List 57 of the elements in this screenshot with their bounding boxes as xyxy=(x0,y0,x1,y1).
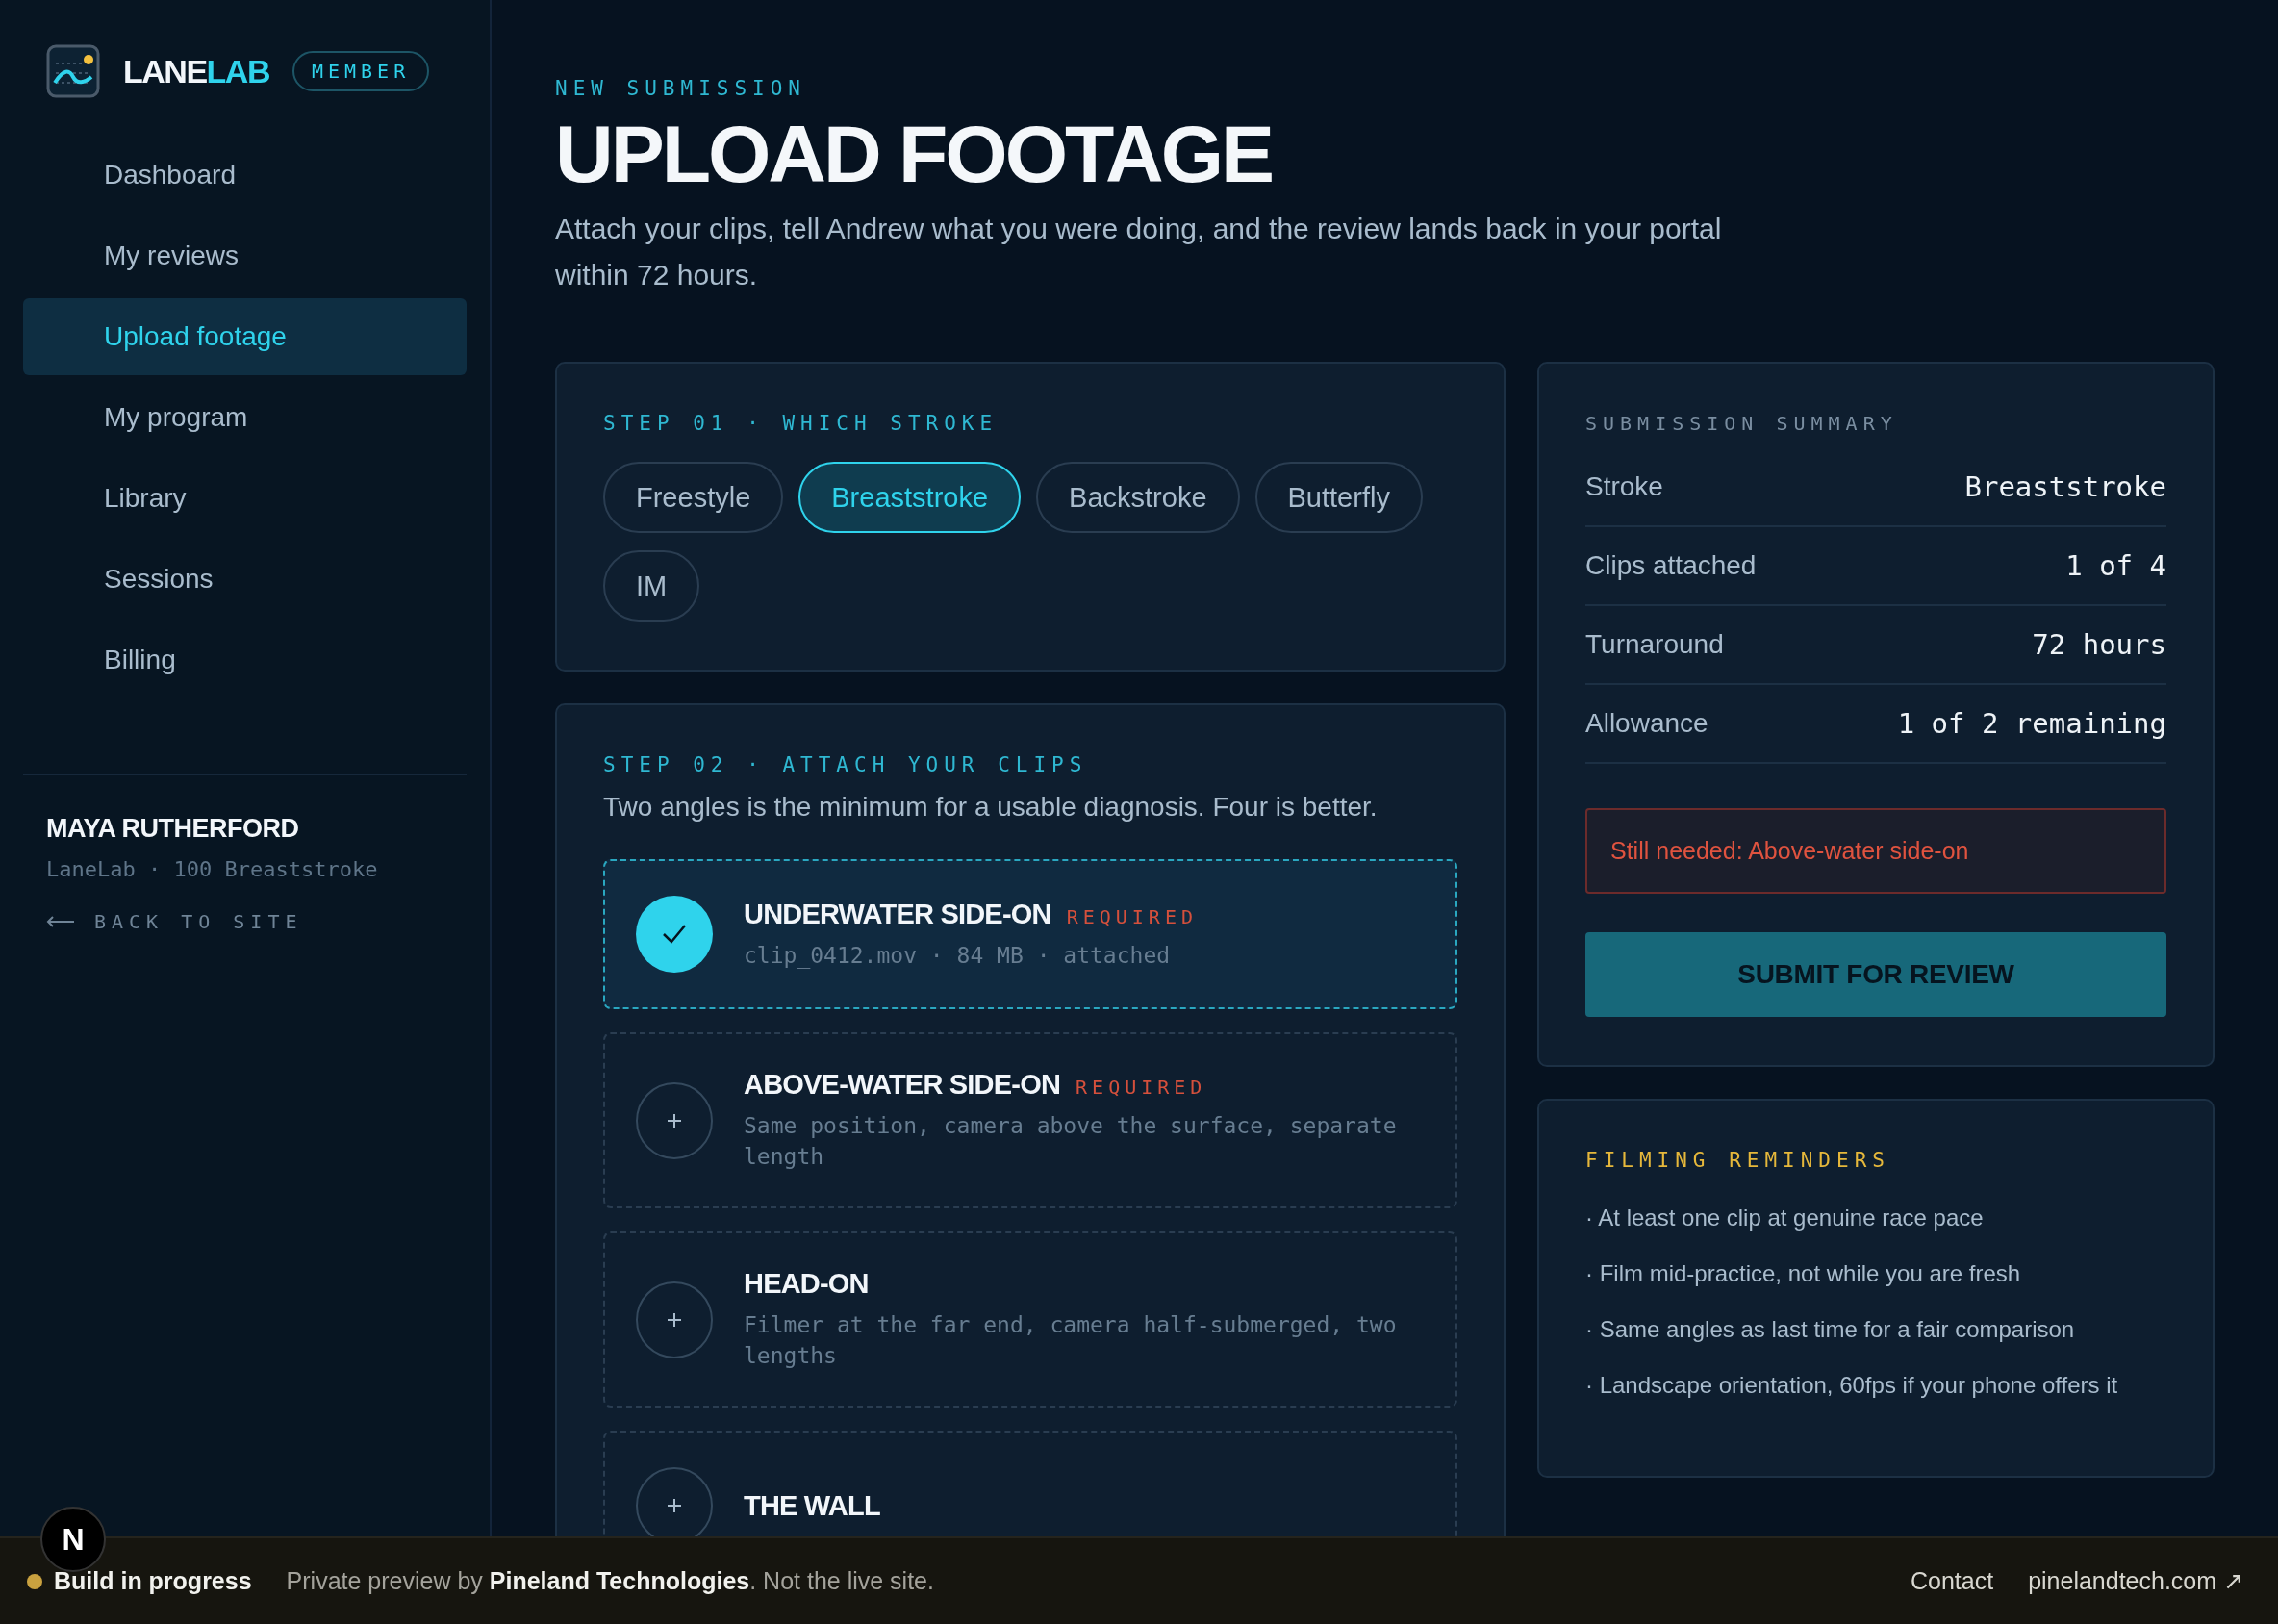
footer-link[interactable]: Contact xyxy=(1910,1567,1994,1595)
clips-intro: Two angles is the minimum for a usable diagnosis. Four is better. xyxy=(603,792,1379,823)
nav-item[interactable]: Library xyxy=(23,460,467,537)
nav-item[interactable]: My program xyxy=(23,379,467,456)
required-tag: REQUIRED xyxy=(1066,904,1198,928)
missing-alert: Still needed: Above-water side-on xyxy=(1585,808,2166,894)
nav-item[interactable]: Upload footage xyxy=(23,298,467,375)
step-label: STEP 01 · WHICH STROKE xyxy=(603,412,1000,435)
clip-title: HEAD-ON xyxy=(744,1268,869,1300)
summary-label: Allowance xyxy=(1585,708,1708,739)
preview-note: Private preview by Pineland Technologies. Not the live site. xyxy=(286,1567,934,1595)
clip-detail: clip_0412.mov · 84 MB · attached xyxy=(744,941,1172,971)
logo-wordmark: LANELAB xyxy=(123,52,269,90)
reminder-item: · Same angles as last time for a fair comparison xyxy=(1585,1316,2076,1343)
user-name: MAYA RUTHERFORD xyxy=(45,814,300,844)
stroke-chip[interactable]: Backstroke xyxy=(1036,462,1240,533)
stroke-chip[interactable]: IM xyxy=(603,550,700,622)
summary-value: 1 of 2 remaining xyxy=(1897,707,2166,740)
stroke-chip[interactable]: Breaststroke xyxy=(798,462,1022,533)
clip-detail: Filmer at the far end, camera half-submerged, two lengths xyxy=(744,1311,1398,1370)
back-link[interactable]: BACK TO SITE xyxy=(23,910,467,933)
page-title: UPLOAD FOOTAGE xyxy=(555,114,1274,194)
member-badge: MEMBER xyxy=(291,51,430,91)
required-tag: REQUIRED xyxy=(1076,1076,1207,1099)
nav-item[interactable]: My reviews xyxy=(23,217,467,294)
clip-detail: Same position, camera above the surface, separate length xyxy=(744,1112,1398,1171)
clip-slot[interactable]: ABOVE-WATER SIDE-ON REQUIRED Same position, camera above the surface, separate length xyxy=(603,1032,1457,1208)
summary-label: Clips attached xyxy=(1585,550,1757,581)
reminder-item: · At least one clip at genuine race pace xyxy=(1585,1205,1985,1231)
nav-item[interactable]: Sessions xyxy=(23,541,467,618)
plus-icon xyxy=(636,1081,713,1159)
step-label: STEP 02 · ATTACH YOUR CLIPS xyxy=(603,753,1089,776)
stroke-chip[interactable]: Freestyle xyxy=(603,462,784,533)
clip-slot[interactable]: HEAD-ON Filmer at the far end, camera half-submerged, two lengths xyxy=(603,1231,1457,1408)
clip-title: ABOVE-WATER SIDE-ON xyxy=(744,1069,1061,1101)
arrow-left-icon xyxy=(46,916,75,927)
nav-item[interactable]: Billing xyxy=(23,622,467,698)
summary-value: 1 of 4 xyxy=(2065,549,2166,582)
stroke-chip[interactable]: Butterfly xyxy=(1254,462,1423,533)
logo-icon xyxy=(46,44,100,98)
summary-label: Turnaround xyxy=(1585,629,1724,660)
reminder-item: · Film mid-practice, not while you are fresh xyxy=(1585,1260,2022,1287)
summary-label: Stroke xyxy=(1585,471,1663,502)
clip-slot[interactable]: UNDERWATER SIDE-ON REQUIRED clip_0412.mov · 84 MB · attached xyxy=(603,859,1457,1009)
plus-icon xyxy=(636,1281,713,1358)
nav-item[interactable]: Dashboard xyxy=(23,137,467,214)
summary-value: 72 hours xyxy=(2032,628,2166,661)
page-description: Attach your clips, tell Andrew what you were doing, and the review lands back in your portal within 72 hours. xyxy=(555,212,1723,292)
page-eyebrow: NEW SUBMISSION xyxy=(555,77,807,100)
clip-title: UNDERWATER SIDE-ON xyxy=(744,898,1051,930)
user-plan: LaneLab · 100 Breaststroke xyxy=(45,857,379,881)
footer-link[interactable]: pinelandtech.com ↗ xyxy=(2028,1567,2243,1595)
reminder-item: · Landscape orientation, 60fps if your phone offers it xyxy=(1585,1372,2119,1399)
clip-title: THE WALL xyxy=(744,1489,880,1522)
summary-value: Breaststroke xyxy=(1964,470,2166,503)
summary-heading: SUBMISSION SUMMARY xyxy=(1585,412,1899,435)
reminders-heading: FILMING REMINDERS xyxy=(1585,1149,1891,1172)
